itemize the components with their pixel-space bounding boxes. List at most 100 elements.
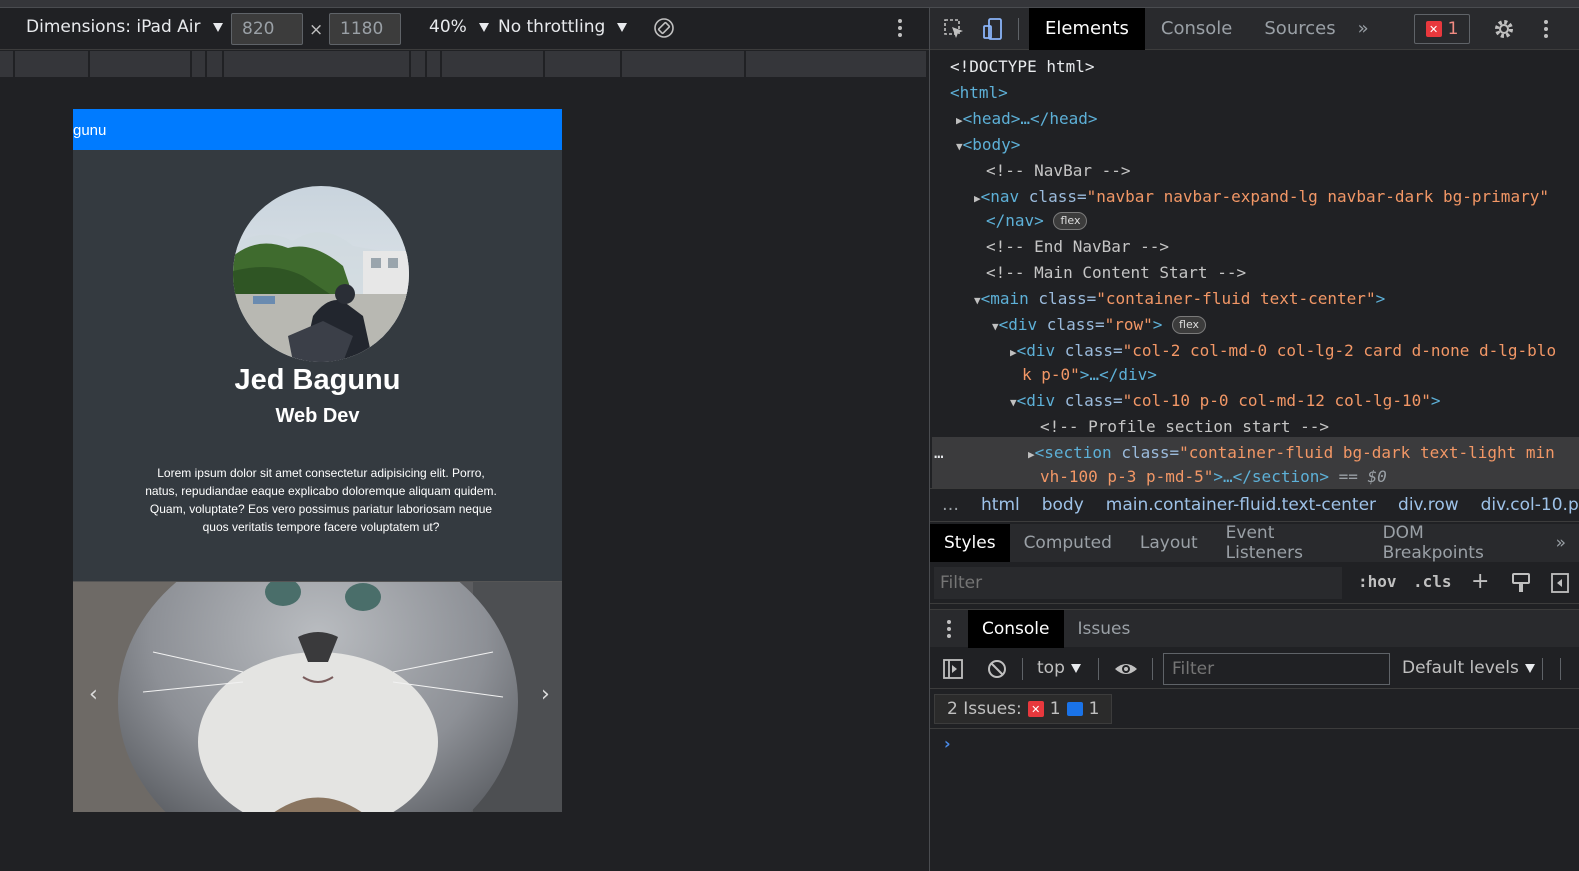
dom-node-html[interactable]: <html>: [950, 80, 1008, 106]
more-options-icon[interactable]: [897, 17, 903, 44]
dom-node-div-col2-cont[interactable]: k p-0">…</div>: [1022, 362, 1157, 388]
console-prompt[interactable]: ›: [944, 734, 951, 753]
chevron-down-icon: [1524, 663, 1535, 673]
toolbar-divider: [1098, 658, 1099, 680]
tab-computed[interactable]: Computed: [1010, 524, 1126, 562]
dom-node-section[interactable]: ▶<section class="container-fluid bg-dark…: [1028, 440, 1555, 466]
eye-icon[interactable]: [1113, 659, 1139, 684]
device-toggle-icon[interactable]: [978, 8, 1008, 50]
dom-node-div-col10[interactable]: ▼<div class="col-10 p-0 col-md-12 col-lg…: [1010, 388, 1440, 414]
inspect-element-icon[interactable]: [930, 8, 978, 50]
error-icon: ✕: [1027, 701, 1044, 717]
error-count-button[interactable]: ✕ 1: [1414, 14, 1470, 44]
context-label: top: [1037, 658, 1065, 678]
collapse-triangle-icon: ▼: [992, 320, 999, 333]
dom-comment-navbar[interactable]: <!-- NavBar -->: [986, 158, 1131, 184]
image-carousel[interactable]: ‹ ›: [73, 581, 562, 812]
throttling-dropdown[interactable]: No throttling: [498, 17, 628, 37]
drawer-tab-console[interactable]: Console: [968, 609, 1064, 648]
dom-node-div-row[interactable]: ▼<div class="row"> flex: [992, 312, 1207, 338]
device-dimensions-label: Dimensions: iPad Air: [26, 17, 201, 37]
chevron-down-icon: [212, 22, 223, 32]
drawer-tab-issues[interactable]: Issues: [1064, 610, 1145, 648]
tab-elements[interactable]: Elements: [1029, 7, 1145, 50]
context-selector[interactable]: top: [1037, 658, 1081, 678]
more-tabs-button[interactable]: »: [1352, 8, 1375, 50]
dom-node-section-cont[interactable]: vh-100 p-3 p-md-5">…</section> == $0: [1040, 464, 1387, 486]
dom-comment-end-navbar[interactable]: <!-- End NavBar -->: [986, 234, 1169, 260]
devtools-tabbar: Elements Console Sources » ✕ 1: [930, 7, 1579, 50]
more-style-tabs-button[interactable]: »: [1542, 524, 1579, 562]
flex-badge[interactable]: flex: [1172, 316, 1207, 334]
log-levels-dropdown[interactable]: Default levels: [1402, 658, 1535, 678]
settings-gear-icon[interactable]: [1493, 18, 1515, 45]
chevron-down-icon: [617, 22, 628, 32]
styles-filter-input[interactable]: [934, 567, 1342, 599]
breadcrumb-overflow[interactable]: …: [942, 495, 959, 515]
carousel-prev-button[interactable]: ‹: [89, 682, 98, 707]
issues-info-count: 1: [1088, 699, 1100, 719]
emulated-page-viewport[interactable]: gunu Jed Bagunu Web Dev Lorem ipsum dolo…: [73, 109, 562, 812]
breadcrumb-div-row[interactable]: div.row: [1398, 495, 1459, 515]
profile-role: Web Dev: [275, 405, 360, 427]
breadcrumb-body[interactable]: body: [1042, 495, 1084, 515]
info-message-icon: [1066, 702, 1083, 716]
zoom-dropdown[interactable]: 40%: [429, 17, 489, 37]
dom-node-body[interactable]: ▼<body>: [956, 132, 1020, 158]
breadcrumb: … html body main.container-fluid.text-ce…: [930, 488, 1579, 522]
page-navbar: gunu: [73, 109, 562, 150]
drawer-menu-icon[interactable]: [930, 618, 968, 640]
dom-comment-main-start[interactable]: <!-- Main Content Start -->: [986, 260, 1246, 286]
tab-dom-breakpoints[interactable]: DOM Breakpoints: [1369, 523, 1542, 563]
console-sidebar-icon[interactable]: [942, 658, 964, 685]
class-toggle[interactable]: .cls: [1413, 572, 1452, 591]
rotate-icon[interactable]: [653, 17, 675, 44]
expand-triangle-icon: ▶: [974, 192, 981, 205]
dom-node-div-col2[interactable]: ▶<div class="col-2 col-md-0 col-lg-2 car…: [1010, 338, 1556, 364]
styles-tabbar: Styles Computed Layout Event Listeners D…: [930, 523, 1579, 563]
customize-menu-icon[interactable]: [1543, 18, 1549, 45]
issues-button[interactable]: 2 Issues: ✕ 1 1: [934, 694, 1113, 724]
device-dimensions-dropdown[interactable]: Dimensions: iPad Air: [26, 17, 223, 37]
toolbar-divider: [1542, 658, 1543, 680]
console-filter-input[interactable]: [1163, 653, 1390, 685]
tab-layout[interactable]: Layout: [1126, 524, 1212, 562]
device-toolbar: Dimensions: iPad Air × 40% No throttling: [0, 8, 929, 50]
collapse-triangle-icon: ▼: [974, 294, 981, 307]
dom-node-doctype[interactable]: <!DOCTYPE html>: [950, 54, 1095, 80]
add-rule-icon[interactable]: +: [1471, 569, 1489, 594]
clear-console-icon[interactable]: [986, 658, 1008, 685]
profile-avatar: [233, 186, 409, 362]
navbar-brand[interactable]: gunu: [73, 122, 106, 139]
error-icon: ✕: [1425, 21, 1442, 37]
breadcrumb-html[interactable]: html: [981, 495, 1020, 515]
tab-event-listeners[interactable]: Event Listeners: [1212, 523, 1369, 563]
dom-comment-profile[interactable]: <!-- Profile section start -->: [1040, 414, 1329, 440]
media-query-bar[interactable]: [0, 51, 926, 77]
profile-name: Jed Bagunu: [234, 364, 401, 396]
dom-node-head[interactable]: ▶<head>…</head>: [956, 106, 1097, 132]
dom-node-nav[interactable]: ▶<nav class="navbar navbar-expand-lg nav…: [974, 184, 1549, 210]
carousel-next-button[interactable]: ›: [541, 682, 550, 707]
device-emulation-area: Dimensions: iPad Air × 40% No throttling: [0, 0, 929, 871]
device-height-input[interactable]: [329, 13, 401, 45]
issues-bar: 2 Issues: ✕ 1 1: [930, 691, 1579, 729]
tab-console[interactable]: Console: [1145, 8, 1248, 50]
hover-state-toggle[interactable]: :hov: [1358, 572, 1397, 591]
dom-node-nav-close[interactable]: </nav> flex: [986, 208, 1088, 234]
sidebar-toggle-icon[interactable]: [1550, 572, 1570, 598]
breadcrumb-main[interactable]: main.container-fluid.text-center: [1106, 495, 1376, 515]
dom-node-main[interactable]: ▼<main class="container-fluid text-cente…: [974, 286, 1385, 312]
profile-description: Lorem ipsum dolor sit amet consectetur a…: [145, 466, 497, 534]
device-width-input[interactable]: [231, 13, 303, 45]
paint-brush-icon[interactable]: [1511, 572, 1531, 598]
dimension-separator: ×: [309, 20, 324, 40]
flex-badge[interactable]: flex: [1053, 212, 1088, 230]
log-levels-label: Default levels: [1402, 658, 1519, 678]
dom-row-ellipsis[interactable]: …: [934, 440, 944, 466]
collapse-triangle-icon: ▼: [956, 140, 963, 153]
expand-triangle-icon: ▶: [1010, 346, 1017, 359]
breadcrumb-div-col10[interactable]: div.col-10.p-0.c: [1481, 495, 1579, 515]
tab-sources[interactable]: Sources: [1248, 8, 1351, 50]
tab-styles[interactable]: Styles: [930, 524, 1010, 562]
